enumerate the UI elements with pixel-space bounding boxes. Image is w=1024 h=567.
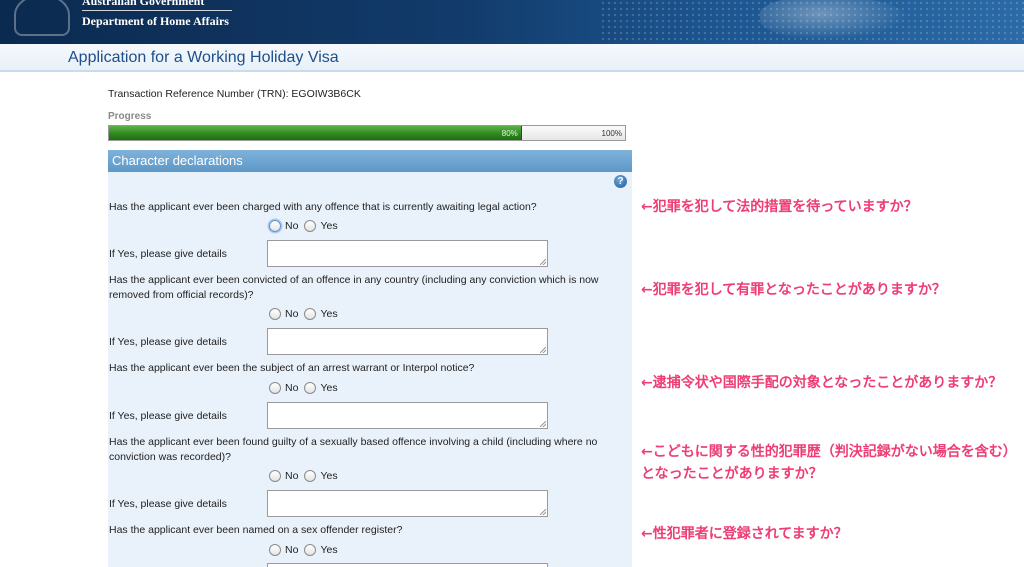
resize-grip-icon[interactable] bbox=[540, 259, 546, 265]
help-icon[interactable]: ? bbox=[614, 175, 627, 188]
question-2-text: Has the applicant ever been convicted of… bbox=[109, 274, 599, 301]
question-3-no-radio[interactable] bbox=[269, 382, 281, 394]
question-2-no-radio[interactable] bbox=[269, 308, 281, 320]
transaction-reference: Transaction Reference Number (TRN): EGOI… bbox=[108, 88, 361, 100]
section-title: Character declarations bbox=[112, 153, 243, 168]
question-3-details-label: If Yes, please give details bbox=[109, 410, 227, 422]
progress-label: Progress bbox=[108, 111, 152, 122]
title-bar: Application for a Working Holiday Visa bbox=[0, 44, 1024, 72]
question-5-options: No Yes bbox=[269, 544, 344, 556]
question-1-options: No Yes bbox=[269, 220, 344, 232]
banner-divider bbox=[82, 10, 232, 11]
question-3-text: Has the applicant ever been the subject … bbox=[109, 362, 475, 374]
question-4-no-radio[interactable] bbox=[269, 470, 281, 482]
question-2-options: No Yes bbox=[269, 308, 344, 320]
progress-fill: 80% bbox=[109, 126, 522, 140]
question-4-text: Has the applicant ever been found guilty… bbox=[109, 436, 598, 463]
coat-of-arms-logo bbox=[14, 0, 70, 36]
question-3-yes-radio[interactable] bbox=[304, 382, 317, 394]
question-5-no-radio[interactable] bbox=[269, 544, 281, 556]
question-4-yes-radio[interactable] bbox=[304, 470, 317, 482]
question-4-options: No Yes bbox=[269, 470, 344, 482]
question-3-no-label[interactable]: No bbox=[285, 382, 298, 394]
question-5-yes-label[interactable]: Yes bbox=[320, 544, 337, 556]
resize-grip-icon[interactable] bbox=[540, 421, 546, 427]
question-3-yes-label[interactable]: Yes bbox=[320, 382, 337, 394]
question-4-yes-label[interactable]: Yes bbox=[320, 470, 337, 482]
question-2-no-label[interactable]: No bbox=[285, 308, 298, 320]
page-title: Application for a Working Holiday Visa bbox=[68, 49, 339, 66]
annotation-3: ←逮捕令状や国際手配の対象となったことがありますか？ bbox=[641, 375, 1003, 391]
question-4-details-label: If Yes, please give details bbox=[109, 498, 227, 510]
progress-bar: 80% 100% bbox=[108, 125, 626, 141]
annotation-4: ←こどもに関する性的犯罪歴（判決記録がない場合を含む）となったことがありますか？ bbox=[641, 444, 1010, 482]
annotation-1: ←犯罪を犯して法的措置を待っていますか？ bbox=[641, 199, 918, 215]
question-2-details-label: If Yes, please give details bbox=[109, 336, 227, 348]
question-5-no-label[interactable]: No bbox=[285, 544, 298, 556]
resize-grip-icon[interactable] bbox=[540, 509, 546, 515]
question-2-yes-label[interactable]: Yes bbox=[320, 308, 337, 320]
australia-map-graphic bbox=[760, 0, 910, 40]
question-3-details-field[interactable] bbox=[267, 402, 548, 429]
annotation-5: ←性犯罪者に登録されてますか？ bbox=[641, 526, 848, 542]
question-1-yes-label[interactable]: Yes bbox=[320, 220, 337, 232]
question-1-no-label[interactable]: No bbox=[285, 220, 298, 232]
question-5-yes-radio[interactable] bbox=[304, 544, 317, 556]
government-banner: Australian Government Department of Home… bbox=[0, 0, 1024, 44]
question-1-no-radio[interactable] bbox=[269, 220, 281, 232]
question-5-details-field[interactable] bbox=[267, 563, 548, 567]
section-header: Character declarations bbox=[108, 150, 632, 172]
question-3-options: No Yes bbox=[269, 382, 344, 394]
question-1-yes-radio[interactable] bbox=[304, 220, 317, 232]
question-1-text: Has the applicant ever been charged with… bbox=[109, 201, 537, 213]
government-name: Australian Government bbox=[82, 0, 205, 8]
annotation-2: ←犯罪を犯して有罪となったことがありますか？ bbox=[641, 282, 946, 298]
question-2-yes-radio[interactable] bbox=[304, 308, 317, 320]
department-name: Department of Home Affairs bbox=[82, 14, 229, 28]
progress-total-text: 100% bbox=[601, 129, 622, 138]
question-5-text: Has the applicant ever been named on a s… bbox=[109, 524, 403, 536]
question-1-details-label: If Yes, please give details bbox=[109, 248, 227, 260]
resize-grip-icon[interactable] bbox=[540, 347, 546, 353]
question-1-details-field[interactable] bbox=[267, 240, 548, 267]
question-4-details-field[interactable] bbox=[267, 490, 548, 517]
question-2-details-field[interactable] bbox=[267, 328, 548, 355]
progress-current-text: 80% bbox=[501, 129, 518, 138]
question-4-no-label[interactable]: No bbox=[285, 470, 298, 482]
